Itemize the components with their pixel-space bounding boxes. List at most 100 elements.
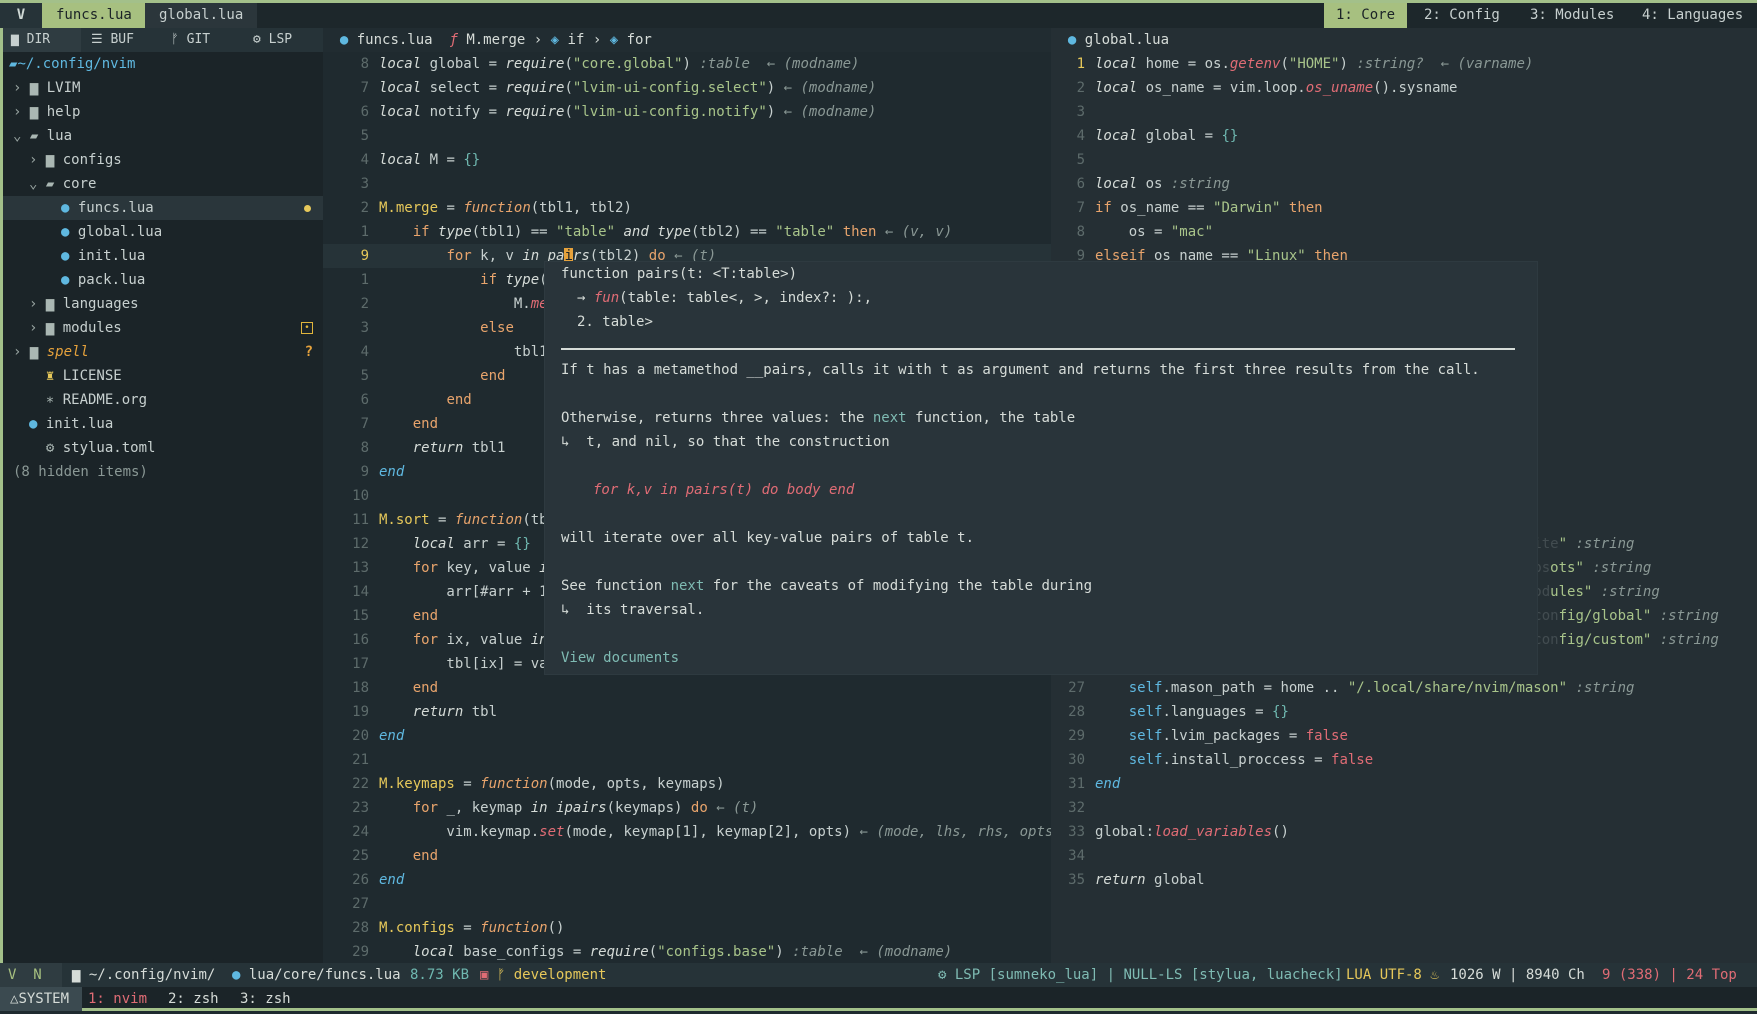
- code-line[interactable]: 7 if os_name == "Darwin" then: [1051, 196, 1757, 220]
- chevron-right-icon[interactable]: ›: [29, 152, 46, 168]
- code-text: M.configs = function(): [379, 920, 565, 936]
- code-line[interactable]: 28 self.languages = {}: [1051, 700, 1757, 724]
- code-line[interactable]: 27: [323, 892, 1051, 916]
- lua-icon: ●: [61, 272, 78, 288]
- code-line[interactable]: 2 M.merge = function(tbl1, tbl2): [323, 196, 1051, 220]
- tree-root-label: ~/.config/nvim: [17, 56, 136, 72]
- buffer-tab-funcs[interactable]: funcs.lua: [42, 3, 146, 28]
- chevron-right-icon[interactable]: ›: [29, 296, 46, 312]
- code-line[interactable]: 21: [323, 748, 1051, 772]
- tree-item[interactable]: ⌄ ▰ lua: [3, 124, 323, 148]
- code-line[interactable]: 8 local global = require("core.global") :…: [323, 52, 1051, 76]
- code-line[interactable]: 8 os = "mac": [1051, 220, 1757, 244]
- code-line[interactable]: 4 local M = {}: [323, 148, 1051, 172]
- tab-dir[interactable]: ▆ DIR: [3, 28, 81, 52]
- chevron-right-icon[interactable]: ›: [13, 344, 30, 360]
- breadcrumb-if[interactable]: if: [568, 32, 585, 48]
- code-line[interactable]: 3: [1051, 100, 1757, 124]
- workspace-tab-core[interactable]: 1: Core: [1324, 3, 1408, 28]
- vim-icon: V: [8, 967, 17, 983]
- tree-item-label: LICENSE: [62, 368, 122, 384]
- tree-item[interactable]: › ▆ help: [3, 100, 323, 124]
- code-line[interactable]: 32: [1051, 796, 1757, 820]
- code-line[interactable]: 29 self.lvim_packages = false: [1051, 724, 1757, 748]
- code-line[interactable]: 24 vim.keymap.set(mode, keymap[1], keyma…: [323, 820, 1051, 844]
- tree-item-label: help: [46, 104, 81, 120]
- tree-item[interactable]: › ▆ configs: [3, 148, 323, 172]
- tree-item[interactable]: ● pack.lua: [3, 268, 323, 292]
- code-text: end: [412, 848, 439, 864]
- chevron-right-icon[interactable]: ›: [13, 80, 30, 96]
- code-line[interactable]: 1 local home = os.getenv("HOME") :string?…: [1051, 52, 1757, 76]
- gears-icon: ⚙: [253, 32, 261, 47]
- chevron-right-icon: ›: [533, 32, 543, 48]
- tree-item[interactable]: ● funcs.lua: [3, 196, 323, 220]
- code-line[interactable]: 22 M.keymaps = function(mode, opts, keyma…: [323, 772, 1051, 796]
- tree-item[interactable]: › ▆ languages: [3, 292, 323, 316]
- tree-item[interactable]: ● global.lua: [3, 220, 323, 244]
- code-line[interactable]: 23 for _, keymap in ipairs(keymaps) do ←…: [323, 796, 1051, 820]
- tree-item[interactable]: › ▆ modules •: [3, 316, 323, 340]
- code-line[interactable]: 5: [323, 124, 1051, 148]
- code-line[interactable]: 31 end: [1051, 772, 1757, 796]
- tree-item[interactable]: › ▆ spell?: [3, 340, 323, 364]
- tree-item[interactable]: ● init.lua: [3, 412, 323, 436]
- chevron-right-icon[interactable]: ›: [13, 104, 30, 120]
- tree-item[interactable]: ⌄ ▰ core: [3, 172, 323, 196]
- workspace-tab-modules[interactable]: 3: Modules: [1518, 3, 1626, 28]
- code-line[interactable]: 29 local base_configs = require("configs…: [323, 940, 1051, 964]
- tree-root[interactable]: ▰~/.config/nvim: [3, 52, 323, 76]
- tmux-window-2[interactable]: 2: zsh: [168, 987, 219, 1011]
- chevron-right-icon[interactable]: ›: [29, 320, 46, 336]
- tab-buf[interactable]: ☰ BUF: [83, 28, 142, 52]
- code-line[interactable]: 6 local os :string: [1051, 172, 1757, 196]
- code-line[interactable]: 25 end: [323, 844, 1051, 868]
- code-line[interactable]: 26 end: [323, 868, 1051, 892]
- folder-open-icon: ▰: [45, 176, 63, 192]
- workspace-tab-config[interactable]: 2: Config: [1412, 3, 1512, 28]
- tree-item-label: (8 hidden items): [13, 464, 148, 480]
- code-line[interactable]: 35 return global: [1051, 868, 1757, 892]
- tmux-window-1[interactable]: 1: nvim: [88, 987, 147, 1011]
- code-line[interactable]: 19 return tbl: [323, 700, 1051, 724]
- breadcrumb-function[interactable]: M.merge: [466, 32, 525, 48]
- view-documents-link[interactable]: View documents: [561, 646, 679, 670]
- workspace-tab-languages[interactable]: 4: Languages: [1630, 3, 1755, 28]
- line-number: 26: [352, 872, 369, 888]
- code-line[interactable]: 33 global:load_variables(): [1051, 820, 1757, 844]
- code-line[interactable]: 18 end: [323, 676, 1051, 700]
- code-line[interactable]: 28 M.configs = function(): [323, 916, 1051, 940]
- tmux-window-3[interactable]: 3: zsh: [240, 987, 291, 1011]
- tree-item[interactable]: › ▆ LVIM: [3, 76, 323, 100]
- code-line[interactable]: 7 local select = require("lvim-ui-config.…: [323, 76, 1051, 100]
- code-line[interactable]: 4 local global = {}: [1051, 124, 1757, 148]
- code-line[interactable]: 6 local notify = require("lvim-ui-config.…: [323, 100, 1051, 124]
- gear-icon: ⚙: [45, 440, 63, 456]
- tree-item[interactable]: ♜ LICENSE: [3, 364, 323, 388]
- buffer-tab-global[interactable]: global.lua: [145, 3, 258, 28]
- tab-git[interactable]: ᚠ GIT: [163, 28, 218, 52]
- flame-icon: ♨: [1430, 967, 1439, 983]
- line-number: 19: [352, 704, 369, 720]
- code-line[interactable]: 3: [323, 172, 1051, 196]
- code-line[interactable]: 1 if type(tbl1) == "table" and type(tbl2…: [323, 220, 1051, 244]
- code-line[interactable]: 34: [1051, 844, 1757, 868]
- code-line[interactable]: 2 local os_name = vim.loop.os_uname().sys…: [1051, 76, 1757, 100]
- code-line[interactable]: 20 end: [323, 724, 1051, 748]
- tree-item[interactable]: ● init.lua: [3, 244, 323, 268]
- tree-item[interactable]: ∗ README.org: [3, 388, 323, 412]
- chevron-down-icon[interactable]: ⌄: [29, 176, 46, 192]
- gears-icon: ⚙: [938, 967, 947, 983]
- tab-lsp[interactable]: ⚙ LSP: [245, 28, 300, 52]
- tree-item[interactable]: ⚙ stylua.toml: [3, 436, 323, 460]
- breadcrumb-for[interactable]: for: [627, 32, 652, 48]
- tree-item[interactable]: (8 hidden items): [3, 460, 323, 484]
- code-text: end: [379, 728, 405, 744]
- code-line[interactable]: 30 self.install_proccess = false: [1051, 748, 1757, 772]
- chevron-down-icon[interactable]: ⌄: [13, 128, 30, 144]
- popup-overload-1: → fun(table: table<, >, index?: ):,: [577, 286, 880, 310]
- code-line[interactable]: 5: [1051, 148, 1757, 172]
- tmux-session: △SYSTEM: [0, 987, 82, 1011]
- code-line[interactable]: 27 self.mason_path = home .. "/.local/sh…: [1051, 676, 1757, 700]
- tree-item-label: init.lua: [77, 248, 146, 264]
